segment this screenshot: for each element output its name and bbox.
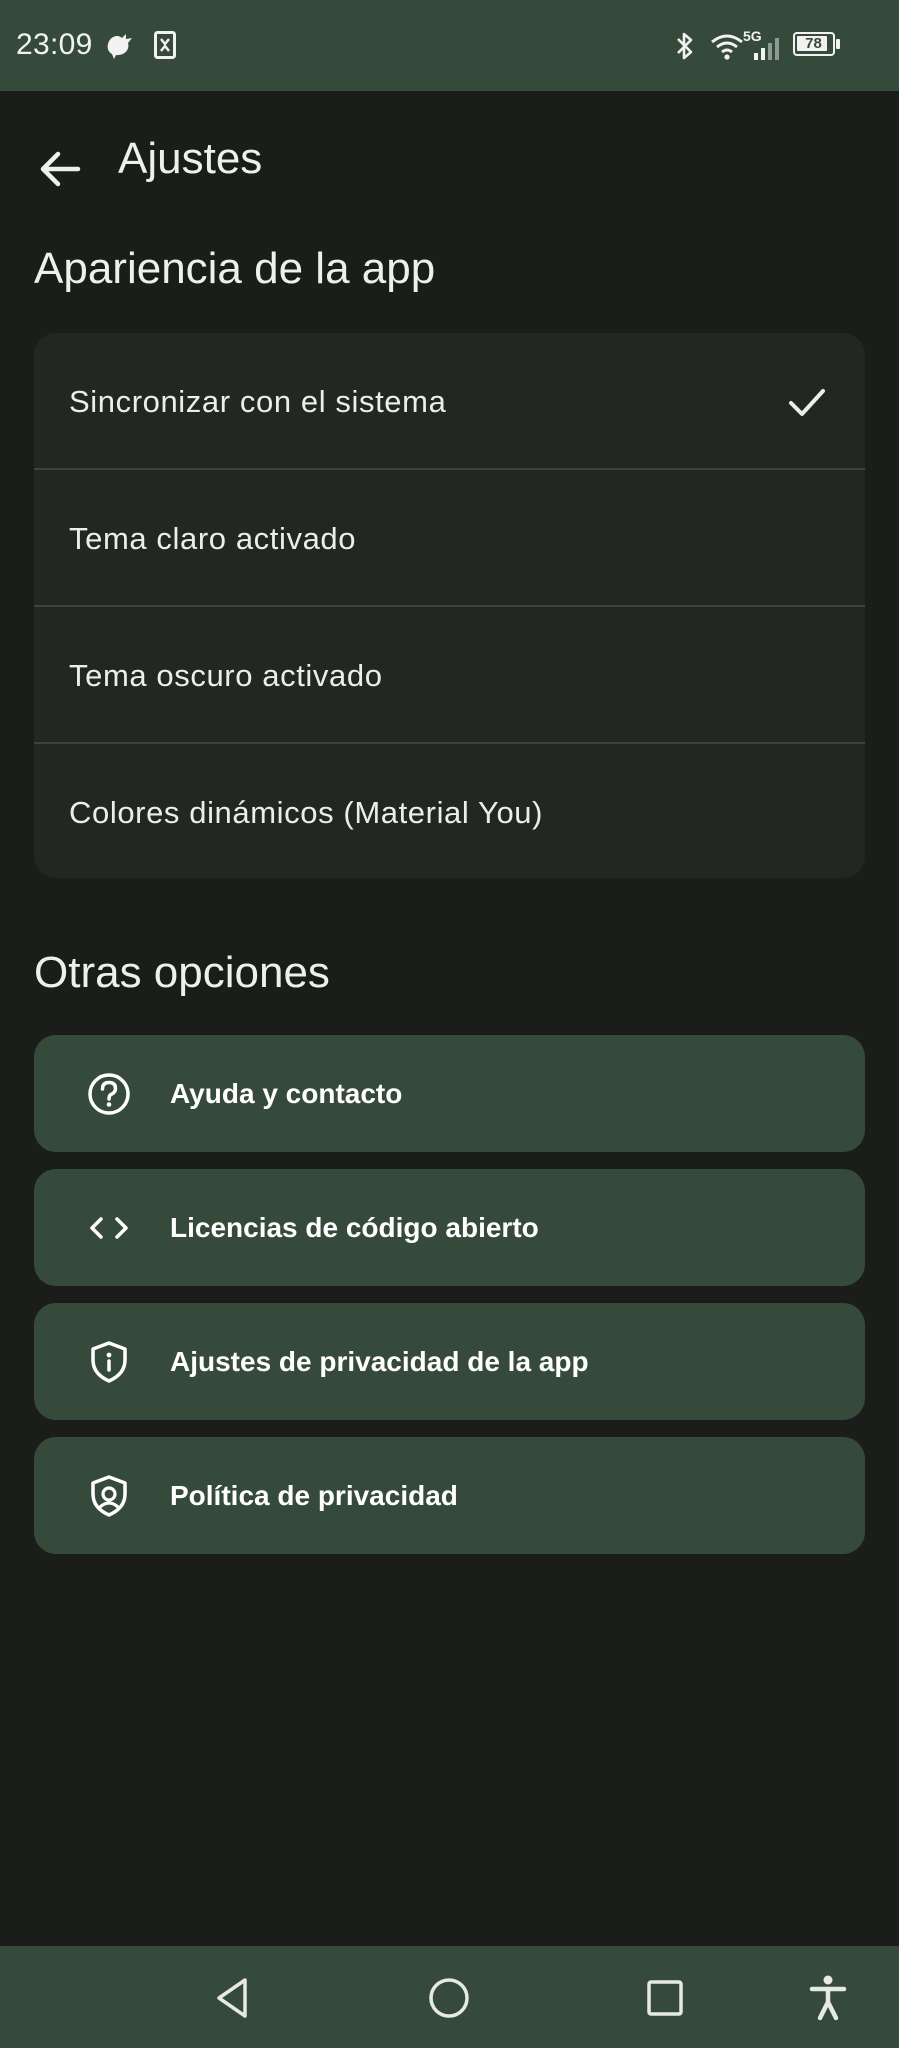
option-light-theme[interactable]: Tema claro activado <box>34 470 865 607</box>
option-sync-system[interactable]: Sincronizar con el sistema <box>34 333 865 470</box>
help-contact-label: Ayuda y contacto <box>170 1077 403 1109</box>
arrow-back-icon[interactable] <box>26 135 94 203</box>
recents-square-icon[interactable] <box>635 1968 695 2028</box>
open-source-licenses-button[interactable]: Licencias de código abierto <box>34 1169 865 1286</box>
app-privacy-settings-label: Ajustes de privacidad de la app <box>170 1345 589 1377</box>
signal-icon <box>754 38 779 60</box>
section-title-other: Otras opciones <box>34 948 330 997</box>
help-circle-icon <box>88 1072 130 1115</box>
check-icon <box>789 388 825 416</box>
code-icon <box>90 1216 128 1239</box>
wifi-icon <box>711 34 743 60</box>
status-bar: 23:09 5G 78 <box>0 0 899 91</box>
shield-info-icon <box>91 1340 127 1383</box>
back-triangle-icon[interactable] <box>203 1968 263 2028</box>
top-app-bar: Ajustes <box>0 120 899 200</box>
option-label: Sincronizar con el sistema <box>69 383 447 419</box>
option-dark-theme[interactable]: Tema oscuro activado <box>34 607 865 744</box>
battery-level: 78 <box>805 35 822 52</box>
app-privacy-settings-button[interactable]: Ajustes de privacidad de la app <box>34 1303 865 1420</box>
option-label: Tema oscuro activado <box>69 657 383 693</box>
settings-screen: 23:09 5G 78 Ajustes Apariencia de la app… <box>0 0 899 2048</box>
status-time: 23:09 <box>16 28 93 61</box>
battery-icon: 78 <box>793 32 840 56</box>
open-source-licenses-label: Licencias de código abierto <box>170 1211 539 1243</box>
privacy-policy-button[interactable]: Política de privacidad <box>34 1437 865 1554</box>
option-dynamic-colors[interactable]: Colores dinámicos (Material You) <box>34 744 865 878</box>
bluetooth-icon <box>677 32 693 60</box>
system-navigation-bar <box>0 1946 899 2048</box>
accessibility-icon[interactable] <box>798 1968 858 2028</box>
app-notification-icon <box>154 31 176 59</box>
bird-notification-icon <box>107 34 132 59</box>
help-contact-button[interactable]: Ayuda y contacto <box>34 1035 865 1152</box>
home-circle-icon[interactable] <box>419 1968 479 2028</box>
page-title: Ajustes <box>118 134 263 183</box>
option-label: Colores dinámicos (Material You) <box>69 794 544 830</box>
appearance-options-card: Sincronizar con el sistema Tema claro ac… <box>34 333 865 878</box>
option-label: Tema claro activado <box>69 520 357 556</box>
privacy-policy-label: Política de privacidad <box>170 1479 458 1511</box>
shield-account-icon <box>91 1474 127 1517</box>
section-title-appearance: Apariencia de la app <box>34 244 436 293</box>
